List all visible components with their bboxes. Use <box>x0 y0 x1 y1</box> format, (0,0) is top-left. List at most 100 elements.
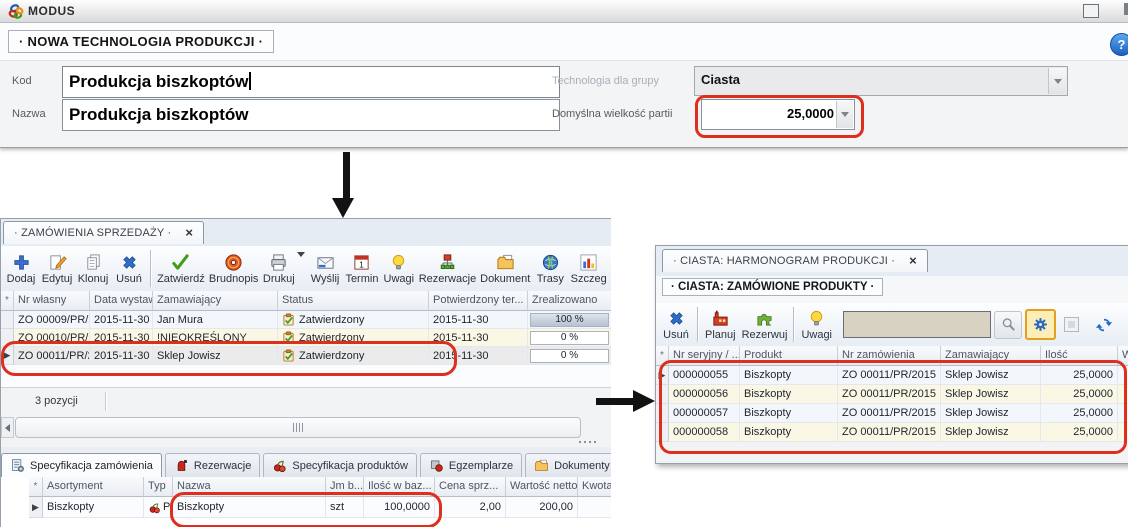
wyslij-button[interactable]: Wyślij <box>307 250 343 287</box>
col-header-produkt[interactable]: Produkt <box>740 346 838 366</box>
nazwa-label: Nazwa <box>12 108 46 120</box>
tab-close-icon[interactable]: × <box>909 256 917 266</box>
col-header-wartosc[interactable]: Wartość netto <box>506 477 578 497</box>
tab-dokumenty[interactable]: Dokumenty po <box>525 453 611 477</box>
col-header-ilosc[interactable]: Ilość w baz... <box>364 477 435 497</box>
rezerwuj-button[interactable]: Rezerwuj <box>739 306 791 343</box>
modus-logo-icon <box>8 3 25 20</box>
brudnopis-button[interactable]: Brudnopis <box>207 250 261 287</box>
col-header-nr-seryjny[interactable]: Nr seryjny / ... <box>669 346 740 366</box>
col-header-kwota[interactable]: Kwota <box>578 477 611 497</box>
cell-zamawiajacy: Sklep Jowisz <box>941 423 1041 442</box>
gear-icon <box>1032 316 1049 333</box>
planuj-button[interactable]: Planuj <box>702 306 739 343</box>
detail-grid-area: * Asortyment Typ Nazwa Jm b... Ilość w b… <box>1 477 611 527</box>
scroll-left-button[interactable] <box>1 417 14 438</box>
cell-status: Zatwierdzony <box>278 329 429 347</box>
usun-label: Usuń <box>663 329 689 341</box>
cell-zamawiajacy: !NIEOKREŚLONY <box>153 329 278 347</box>
grupa-dropdown-arrow[interactable] <box>1048 68 1066 94</box>
cell-kwota <box>578 497 611 518</box>
restore-window-button[interactable] <box>1083 4 1099 18</box>
tab-rezerwacje[interactable]: Rezerwacje <box>165 453 260 477</box>
col-header-cena[interactable]: Cena sprz... <box>435 477 506 497</box>
cell-nr-zamowienia: ZO 00011/PR/2015 <box>838 366 941 385</box>
edit-icon <box>48 252 67 272</box>
horizontal-scrollbar[interactable] <box>1 414 611 439</box>
table-row[interactable]: 000000058 Biszkopty ZO 00011/PR/2015 Skl… <box>656 423 1127 442</box>
app-titlebar: MODUS <box>0 0 1128 23</box>
tab-specyfikacja-produktow[interactable]: Specyfikacja produktów <box>263 453 417 477</box>
col-header-typ[interactable]: Typ <box>144 477 173 497</box>
szczegoly-button[interactable]: Szczeg <box>568 250 609 287</box>
uwagi-button[interactable]: Uwagi <box>381 250 417 287</box>
cell-w <box>1118 404 1128 423</box>
tab-zamowienia-sprzedazy[interactable]: · ZAMÓWIENIA SPRZEDAŻY · × <box>3 221 204 244</box>
col-header-data[interactable]: Data wystaw... <box>90 291 153 311</box>
refresh-icon[interactable] <box>1095 316 1113 334</box>
col-header-asortyment[interactable]: Asortyment <box>43 477 144 497</box>
table-row[interactable]: ZO 00009/PR/2015 2015-11-30 Jan Mura Zat… <box>1 311 611 329</box>
edytuj-button[interactable]: Edytuj <box>39 250 75 287</box>
partia-dropdown-arrow[interactable] <box>836 101 853 128</box>
usun-button[interactable]: Usuń <box>658 306 694 343</box>
tab-label: Rezerwacje <box>194 460 251 472</box>
zatwierdz-button[interactable]: Zatwierdź <box>155 250 207 287</box>
col-header-w[interactable]: W <box>1118 346 1128 366</box>
help-button[interactable]: ? <box>1110 33 1128 56</box>
klonuj-label: Klonuj <box>78 273 109 285</box>
splitter-grip-icon[interactable] <box>579 441 596 443</box>
search-button[interactable] <box>994 311 1022 339</box>
kod-input[interactable]: Produkcja biszkoptów <box>62 66 560 98</box>
tab-egzemplarze[interactable]: Egzemplarze <box>420 453 522 477</box>
table-row-selected[interactable]: ▶ 000000055 Biszkopty ZO 00011/PR/2015 S… <box>656 366 1127 385</box>
typ-text: P <box>163 501 170 513</box>
nazwa-input[interactable]: Produkcja biszkoptów <box>62 99 560 131</box>
settings-button[interactable] <box>1025 309 1056 340</box>
schedule-grid-header: * Nr seryjny / ... Produkt Nr zamówienia… <box>656 346 1127 366</box>
col-header-zamawiajacy[interactable]: Zamawiający <box>153 291 278 311</box>
tab-harmonogram-produkcji[interactable]: · CIASTA: HARMONOGRAM PRODUKCJI · × <box>662 249 928 272</box>
col-header-nazwa[interactable]: Nazwa <box>173 477 326 497</box>
drukuj-dropdown-icon[interactable] <box>297 257 305 275</box>
dodaj-button[interactable]: Dodaj <box>3 250 39 287</box>
dokument-button[interactable]: Dokument <box>478 250 532 287</box>
rezerwacje-button[interactable]: Rezerwacje <box>417 250 478 287</box>
lightbulb-icon <box>807 308 826 328</box>
uwagi-button[interactable]: Uwagi <box>798 306 835 343</box>
partia-input[interactable]: 25,0000 <box>701 99 855 130</box>
klonuj-button[interactable]: Klonuj <box>75 250 111 287</box>
edytuj-label: Edytuj <box>42 273 73 285</box>
scrollbar-thumb[interactable] <box>15 417 581 438</box>
col-header-jm[interactable]: Jm b... <box>326 477 364 497</box>
col-header-zamawiajacy[interactable]: Zamawiający <box>941 346 1041 366</box>
toolbar-checkbox[interactable] <box>1064 317 1079 332</box>
tech-panel-title: · NOWA TECHNOLOGIA PRODUKCJI · <box>8 30 274 53</box>
col-header-nr-zamowienia[interactable]: Nr zamówienia <box>838 346 941 366</box>
table-row-selected[interactable]: ▶ Biszkopty P Biszkopty szt 100,0000 2,0… <box>29 497 611 518</box>
cell-zamawiajacy: Jan Mura <box>153 311 278 329</box>
drukuj-button[interactable]: Drukuj <box>260 250 297 287</box>
col-header-termin[interactable]: Potwierdzony ter... <box>429 291 528 311</box>
termin-button[interactable]: 1 Termin <box>343 250 381 287</box>
col-header-nr-wlasny[interactable]: Nr własny <box>14 291 90 311</box>
table-row[interactable]: 000000056 Biszkopty ZO 00011/PR/2015 Skl… <box>656 385 1127 404</box>
table-row[interactable]: ZO 00010/PR/2015 2015-11-30 !NIEOKREŚLON… <box>1 329 611 347</box>
tab-label: · CIASTA: HARMONOGRAM PRODUKCJI · <box>673 255 895 267</box>
schedule-toolbar: Usuń Planuj Rezerwuj Uwagi <box>656 303 1128 347</box>
search-input[interactable] <box>843 311 991 338</box>
orders-toolbar: Dodaj Edytuj Klonuj Usuń Zatwierdź Bru <box>1 246 611 292</box>
tab-specyfikacja-zamowienia[interactable]: Specyfikacja zamówienia <box>1 453 162 477</box>
close-window-button-partial[interactable] <box>1124 3 1128 15</box>
col-header-status[interactable]: Status <box>278 291 429 311</box>
table-row-selected[interactable]: ▶ ZO 00011/PR/2015 2015-11-30 Sklep Jowi… <box>1 347 611 365</box>
trasy-button[interactable]: Trasy <box>532 250 568 287</box>
cell-jm: szt <box>326 497 364 518</box>
usun-button[interactable]: Usuń <box>111 250 147 287</box>
table-row[interactable]: 000000057 Biszkopty ZO 00011/PR/2015 Skl… <box>656 404 1127 423</box>
col-header-ilosc[interactable]: Ilość <box>1041 346 1118 366</box>
col-header-zrealizowano[interactable]: Zrealizowano <box>528 291 611 311</box>
tab-close-icon[interactable]: × <box>185 228 193 238</box>
rezerwacje-label: Rezerwacje <box>419 273 476 285</box>
grupa-dropdown[interactable]: Ciasta <box>694 66 1068 96</box>
